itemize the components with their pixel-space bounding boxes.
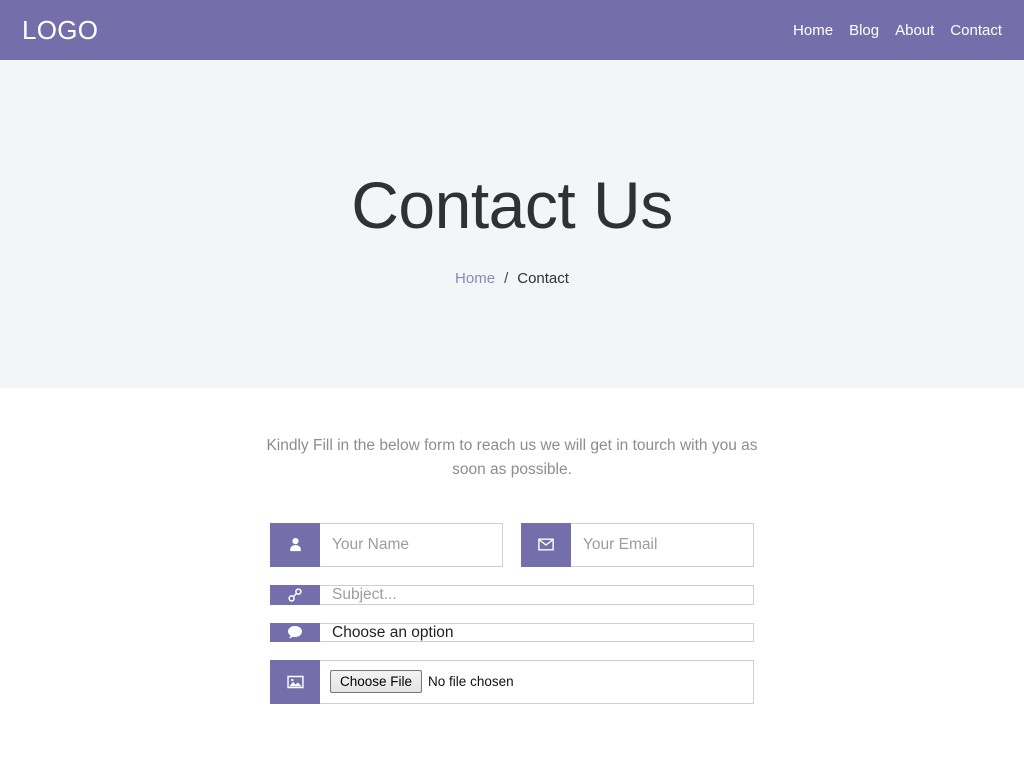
option-select-group: Choose an option — [270, 622, 754, 642]
envelope-icon — [521, 522, 571, 567]
user-icon — [270, 522, 320, 567]
intro-text: Kindly Fill in the below form to reach u… — [266, 437, 758, 479]
contact-form: Choose an option — [270, 522, 754, 704]
page-title: Contact Us — [351, 168, 673, 242]
file-input[interactable] — [320, 659, 754, 704]
breadcrumb-link-home[interactable]: Home — [455, 270, 495, 287]
image-icon — [270, 659, 320, 704]
name-input[interactable] — [320, 522, 503, 567]
nav-link-contact[interactable]: Contact — [942, 23, 1002, 38]
breadcrumb: Home / Contact — [455, 270, 569, 287]
link-icon — [270, 584, 320, 605]
form-row-name-email — [270, 522, 754, 567]
nav-link-home[interactable]: Home — [785, 23, 841, 38]
brand-logo[interactable]: LOGO — [22, 17, 98, 43]
name-field-group — [270, 522, 503, 567]
breadcrumb-current: Contact — [517, 269, 569, 287]
page-hero: Contact Us Home / Contact — [0, 60, 1024, 388]
file-field-group — [270, 659, 754, 704]
comment-icon — [270, 622, 320, 642]
nav-link-blog[interactable]: Blog — [841, 23, 887, 38]
nav-link-about[interactable]: About — [887, 23, 942, 38]
primary-navigation: Home Blog About Contact — [785, 23, 1002, 38]
contact-section: Kindly Fill in the below form to reach u… — [0, 388, 1024, 704]
breadcrumb-separator: / — [504, 269, 509, 287]
option-select[interactable]: Choose an option — [320, 622, 754, 642]
subject-field-group — [270, 584, 754, 605]
subject-input[interactable] — [320, 584, 754, 605]
email-input[interactable] — [571, 522, 754, 567]
email-field-group — [521, 522, 754, 567]
top-navbar: LOGO Home Blog About Contact — [0, 0, 1024, 60]
